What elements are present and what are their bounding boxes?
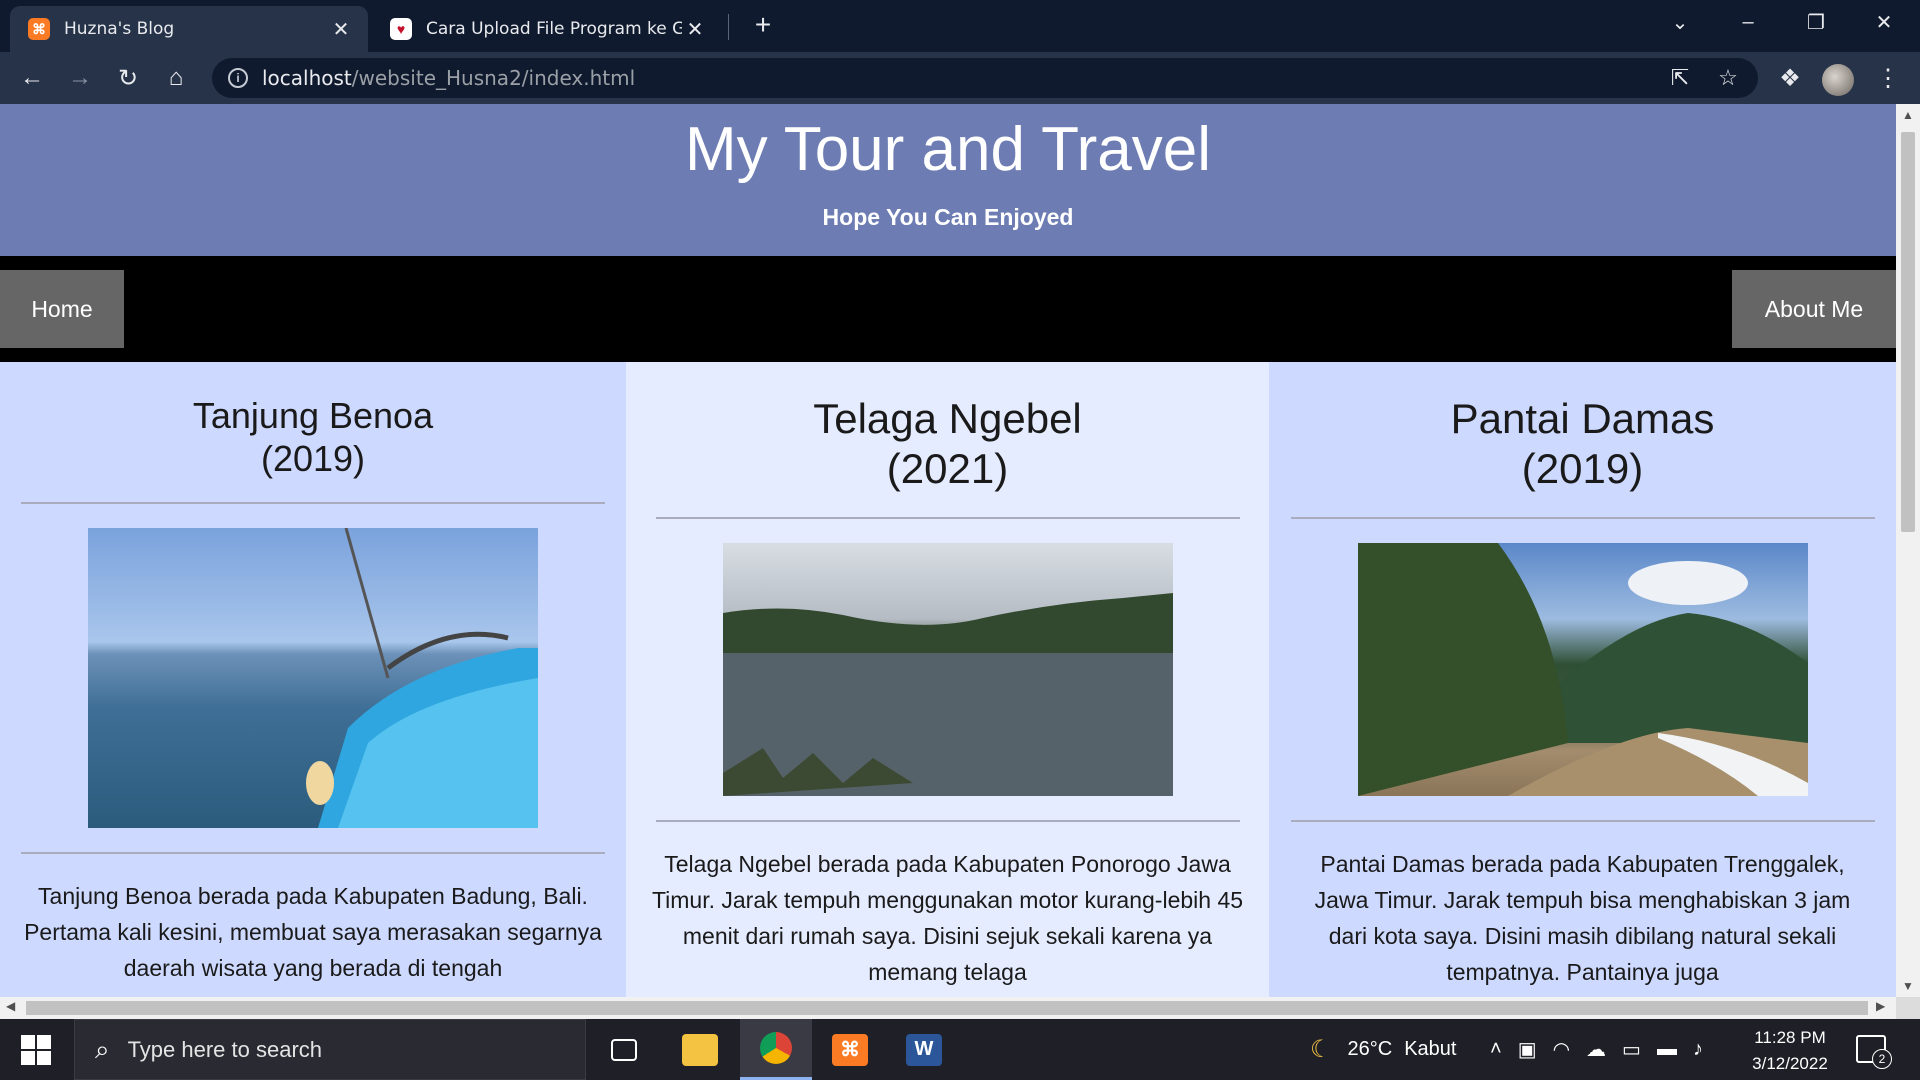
menu-kebab-icon[interactable]: ⋮ [1872, 62, 1904, 94]
xampp-app-icon[interactable]: ⌘ [814, 1019, 886, 1080]
task-view-icon[interactable] [588, 1019, 660, 1080]
battery-icon[interactable]: ▬ [1657, 1038, 1677, 1061]
weather-temp: 26°C [1347, 1038, 1393, 1060]
minimize-button[interactable]: – [1720, 0, 1776, 44]
tab-title: Cara Upload File Program ke GitHub [426, 19, 682, 39]
scroll-right-arrow[interactable]: ▶ [1876, 999, 1885, 1013]
wifi-icon[interactable]: ◠ [1553, 1037, 1570, 1062]
destination-description: Tanjung Benoa berada pada Kabupaten Badu… [24, 883, 602, 982]
scroll-up-arrow[interactable]: ▲ [1896, 108, 1920, 122]
site-title: My Tour and Travel [684, 115, 1212, 184]
close-window-button[interactable]: ✕ [1856, 0, 1912, 44]
destination-title: Telaga Ngebel (2021) [813, 395, 1082, 493]
chevron-up-icon[interactable]: ˄ [1490, 1038, 1502, 1061]
destination-description: Telaga Ngebel berada pada Kabupaten Pono… [651, 850, 1244, 985]
taskbar-search-box[interactable]: ⌕ Type here to search [74, 1019, 586, 1080]
back-icon[interactable]: ← [16, 62, 48, 94]
close-icon[interactable]: ✕ [328, 17, 354, 42]
destination-title: Pantai Damas (2019) [1450, 395, 1715, 493]
divider [1290, 819, 1875, 822]
extensions-icon[interactable]: ❖ [1774, 62, 1806, 94]
meet-now-icon[interactable]: ▣ [1518, 1037, 1537, 1062]
destination-card-pantai-damas: Pantai Damas (2019) Pantai Damas berada … [1269, 362, 1896, 997]
windows-start-icon[interactable] [14, 1033, 58, 1067]
volume-icon[interactable]: ♪ [1693, 1038, 1703, 1061]
taskbar-clock[interactable]: 11:28 PM 3/12/2022 [1742, 1025, 1838, 1077]
new-tab-button[interactable]: + [748, 10, 778, 40]
scrollbar-corner [1896, 997, 1920, 1019]
home-icon[interactable]: ⌂ [160, 62, 192, 94]
divider [21, 502, 605, 505]
destination-description: Pantai Damas berada pada Kabupaten Treng… [1314, 850, 1851, 985]
word-icon[interactable]: W [888, 1019, 960, 1080]
notification-count: 2 [1872, 1049, 1892, 1069]
forward-icon[interactable]: → [64, 62, 96, 94]
divider [21, 852, 605, 855]
onedrive-error-icon[interactable]: ☁ [1586, 1037, 1606, 1062]
tab-huznas-blog[interactable]: ⌘ Huzna's Blog ✕ [10, 6, 368, 52]
address-bar[interactable]: i localhost/website_Husna2/index.html ⇱ … [212, 58, 1758, 98]
windows-taskbar: ⌕ Type here to search ⌘ W ☾ 26°C Kabut ˄… [0, 1019, 1920, 1080]
scrollbar-thumb[interactable] [26, 1001, 1868, 1015]
search-placeholder: Type here to search [127, 1036, 323, 1062]
url-text: localhost/website_Husna2/index.html [262, 66, 636, 90]
vertical-scrollbar[interactable]: ▲ ▼ [1896, 104, 1920, 997]
beach-mountain-photo [1357, 542, 1808, 796]
tab-cara-upload[interactable]: ♥ Cara Upload File Program ke GitHub ✕ [372, 6, 722, 52]
horizontal-scrollbar[interactable]: ◀ ▶ [0, 997, 1896, 1019]
clock-time: 11:28 PM [1754, 1028, 1826, 1047]
reload-icon[interactable]: ↻ [112, 62, 144, 94]
lake-photo [722, 542, 1173, 796]
tab-search-icon[interactable]: ⌄ [1652, 0, 1708, 44]
system-tray: ˄ ▣ ◠ ☁ ▭ ▬ ♪ [1490, 1019, 1703, 1080]
scroll-down-arrow[interactable]: ▼ [1896, 979, 1920, 993]
notification-icon[interactable]: 2 [1856, 1035, 1892, 1069]
browser-tab-strip: ⌘ Huzna's Blog ✕ ♥ Cara Upload File Prog… [0, 0, 1920, 52]
site-info-icon[interactable]: i [228, 68, 248, 88]
display-icon[interactable]: ▭ [1622, 1037, 1641, 1062]
destination-title: Tanjung Benoa (2019) [192, 395, 434, 480]
tab-separator [728, 14, 729, 40]
site-tagline: Hope You Can Enjoyed [822, 204, 1074, 230]
heart-icon: ♥ [390, 18, 412, 40]
bookmark-star-icon[interactable]: ☆ [1712, 62, 1744, 94]
clock-date: 3/12/2022 [1752, 1054, 1828, 1073]
xampp-icon: ⌘ [28, 18, 50, 40]
share-icon[interactable]: ⇱ [1664, 62, 1696, 94]
destination-card-tanjung-benoa: Tanjung Benoa (2019) Tanjung Benoa berad… [0, 362, 626, 997]
moon-cloud-icon: ☾ [1310, 1036, 1332, 1063]
restore-button[interactable]: ❐ [1788, 0, 1844, 44]
close-icon[interactable]: ✕ [682, 17, 708, 42]
web-page: My Tour and Travel Hope You Can Enjoyed … [0, 104, 1896, 997]
site-navbar: Home About Me [0, 256, 1896, 362]
divider [655, 516, 1240, 519]
browser-toolbar: ← → ↻ ⌂ i localhost/website_Husna2/index… [0, 52, 1920, 104]
weather-widget[interactable]: ☾ 26°C Kabut [1310, 1019, 1456, 1080]
search-icon: ⌕ [95, 1033, 110, 1064]
boat-sea-photo [88, 528, 538, 829]
profile-avatar[interactable] [1822, 64, 1854, 96]
scrollbar-thumb[interactable] [1901, 132, 1915, 532]
scroll-left-arrow[interactable]: ◀ [6, 999, 15, 1013]
chrome-icon[interactable] [740, 1019, 812, 1080]
divider [655, 819, 1240, 822]
destination-card-telaga-ngebel: Telaga Ngebel (2021) Telaga Ngebel berad… [626, 362, 1269, 997]
nav-about-link[interactable]: About Me [1732, 270, 1896, 348]
site-header: My Tour and Travel Hope You Can Enjoyed [0, 104, 1896, 256]
tab-title: Huzna's Blog [64, 19, 175, 39]
nav-home-link[interactable]: Home [0, 270, 124, 348]
file-explorer-icon[interactable] [664, 1019, 736, 1080]
weather-desc: Kabut [1404, 1038, 1457, 1060]
divider [1290, 516, 1875, 519]
